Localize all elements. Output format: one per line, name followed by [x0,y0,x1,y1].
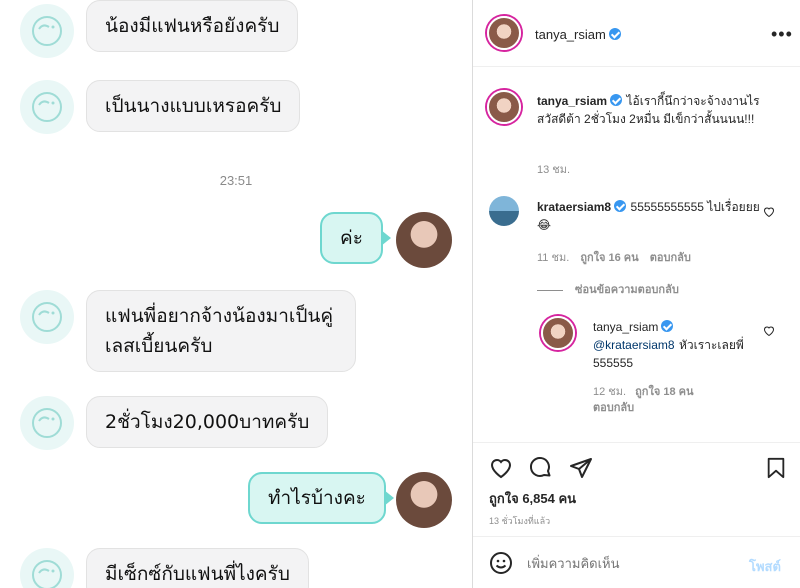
verified-icon [608,28,621,40]
comment-input[interactable] [527,552,727,574]
reply-button[interactable]: ตอบกลับ [650,252,691,264]
verified-icon [610,94,623,106]
chat-screenshot: น้องมีแฟนหรือยังครับ เป็นนางแบบเหรอครับ … [0,0,472,588]
save-icon[interactable] [765,456,787,480]
header-username[interactable]: tanya_rsiam [535,27,606,42]
bot-avatar [20,396,74,450]
caption-avatar[interactable] [487,90,521,124]
caption-time: 13 ชม. [537,164,571,176]
hide-replies-toggle[interactable]: ซ่อนข้อความตอบกลับ [537,280,679,298]
thread-line [537,289,563,291]
comment-username[interactable]: krataersiam8 [537,200,611,214]
hide-replies-label: ซ่อนข้อความตอบกลับ [575,284,679,296]
like-icon[interactable] [489,456,513,480]
more-icon[interactable]: ••• [771,24,793,45]
share-icon[interactable] [569,456,593,480]
reply-username[interactable]: tanya_rsiam [593,320,658,334]
caption-username[interactable]: tanya_rsiam [537,94,607,108]
comment-time: 11 ชม. [537,252,570,264]
comment-avatar[interactable] [489,196,519,226]
outgoing-message: ค่ะ [320,212,391,264]
actions-divider [473,442,800,443]
reply-avatar[interactable] [541,316,575,350]
comment-likes[interactable]: ถูกใจ 16 คน [580,252,638,264]
incoming-message: 2ชั่วโมง20,000บาทครับ [86,396,329,448]
emoji-icon[interactable] [489,551,513,575]
post-panel: tanya_rsiam ••• tanya_rsiam ไอ้เรากี็นึก… [472,0,800,588]
chat-timestamp: 23:51 [219,173,253,188]
user-avatar [396,472,452,528]
bot-avatar [20,290,74,344]
reply-mention[interactable]: @krataersiam8 [593,338,675,352]
header-avatar[interactable] [487,16,521,50]
comment-like-icon[interactable] [763,206,775,218]
reply-like-icon[interactable] [763,325,775,337]
composer-divider [473,536,800,537]
post-button[interactable]: โพสต์ [749,556,781,577]
like-count[interactable]: ถูกใจ 6,854 คน [489,488,576,509]
incoming-message: เป็นนางแบบเหรอครับ [86,80,301,132]
outgoing-message: ทำไรบ้างคะ [248,472,394,524]
comment-icon[interactable] [529,456,553,480]
header-divider [473,66,800,67]
bot-avatar [20,548,74,588]
verified-icon [661,320,674,332]
bot-avatar [20,80,74,134]
bot-avatar [20,4,74,58]
reply-likes[interactable]: ถูกใจ 18 คน [635,386,693,398]
post-timestamp: 13 ชั่วโมงที่แล้ว [489,516,551,526]
verified-icon [614,200,627,212]
reply-button[interactable]: ตอบกลับ [593,402,634,414]
user-avatar [396,212,452,268]
incoming-message: มีเซ็กซ์กับแฟนพี่ไงครับ [86,548,309,588]
incoming-message: แฟนพี่อยากจ้างน้องมาเป็นคู่เลสเบี้ยนครับ [86,290,356,372]
incoming-message: น้องมีแฟนหรือยังครับ [86,0,299,52]
reply-time: 12 ชม. [593,386,627,398]
